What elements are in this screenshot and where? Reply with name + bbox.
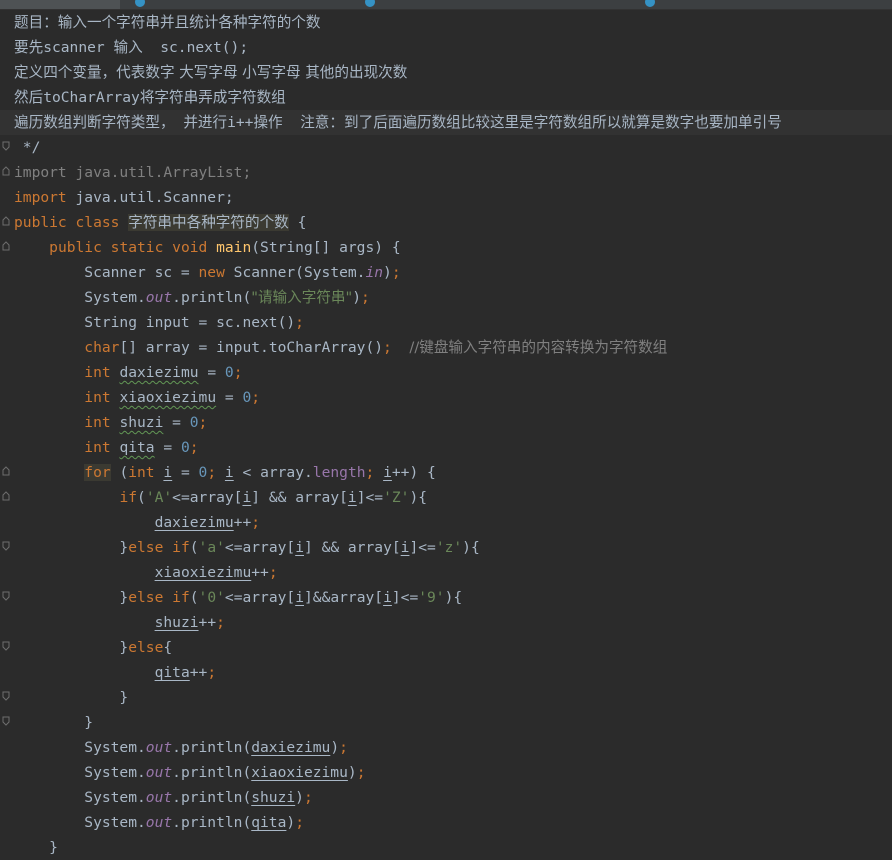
code-line: 然后toCharArray将字符串弄成字符数组 <box>0 85 892 110</box>
code-line: public class 字符串中各种字符的个数 { <box>14 214 307 231</box>
code-editor[interactable]: 题目：输入一个字符串并且统计各种字符的个数 要先scanner 输入 sc.ne… <box>0 10 892 860</box>
fold-icon[interactable] <box>2 541 10 551</box>
doc-comment-text: 定义四个变量，代表数字 大写字母 小写字母 其他的出现次数 <box>14 64 408 81</box>
import-unused: import java.util.ArrayList; <box>14 164 252 181</box>
code-line: } <box>14 689 129 706</box>
code-line: xiaoxiezimu++; <box>154 564 278 581</box>
fold-icon[interactable] <box>2 591 10 601</box>
fold-icon[interactable] <box>2 466 10 476</box>
code-line: daxiezimu++; <box>154 514 261 531</box>
import-keyword: import <box>14 189 67 206</box>
editor-tab-bar <box>0 0 892 10</box>
code-line: }else if('a'<=array[i] && array[i]<='z')… <box>14 539 480 556</box>
code-line: }else{ <box>14 639 173 656</box>
code-line: 定义四个变量，代表数字 大写字母 小写字母 其他的出现次数 <box>0 60 892 85</box>
java-file-icon <box>365 0 375 9</box>
variable-name: qita <box>119 439 155 456</box>
code-line: 题目：输入一个字符串并且统计各种字符的个数 <box>0 10 892 35</box>
fold-icon[interactable] <box>2 716 10 726</box>
code-line: System.out.println("请输入字符串"); <box>14 289 370 306</box>
code-line: }else if('0'<=array[i]&&array[i]<='9'){ <box>14 589 463 606</box>
code-line: System.out.println(qita); <box>14 814 304 831</box>
doc-comment-text: 要先scanner 输入 sc.next(); <box>14 39 249 56</box>
variable-name: shuzi <box>119 414 164 431</box>
code-line: for (int i = 0; i < array.length; i++) { <box>84 464 436 481</box>
fold-icon[interactable] <box>2 691 10 701</box>
variable-name: daxiezimu <box>119 364 199 381</box>
code-line: System.out.println(shuzi); <box>14 789 313 806</box>
code-line: 要先scanner 输入 sc.next(); <box>0 35 892 60</box>
code-line: import java.util.Scanner; <box>0 185 892 210</box>
code-line: int shuzi = 0; <box>84 414 208 431</box>
doc-comment-text: 题目：输入一个字符串并且统计各种字符的个数 <box>14 14 321 31</box>
code-line: Scanner sc = new Scanner(System.in); <box>14 264 401 281</box>
variable-name: xiaoxiezimu <box>119 389 217 406</box>
code-line: System.out.println(xiaoxiezimu); <box>14 764 366 781</box>
code-line: */ <box>0 135 892 160</box>
fold-icon[interactable] <box>2 216 10 226</box>
fold-icon[interactable] <box>2 491 10 501</box>
code-line: shuzi++; <box>154 614 225 631</box>
doc-comment-end: */ <box>14 139 41 156</box>
java-file-icon <box>135 0 145 9</box>
import-scanner: java.util.Scanner; <box>75 189 234 206</box>
fold-icon[interactable] <box>2 241 10 251</box>
code-line: if('A'<=array[i] && array[i]<='Z'){ <box>119 489 428 506</box>
code-line: int qita = 0; <box>84 439 199 456</box>
code-line: } <box>14 839 58 856</box>
fold-icon[interactable] <box>2 141 10 151</box>
code-line: public static void main(String[] args) { <box>49 239 401 256</box>
code-line: String input = sc.next(); <box>14 314 304 331</box>
fold-icon[interactable] <box>2 641 10 651</box>
code-line: import java.util.ArrayList; <box>0 160 892 185</box>
code-line: int daxiezimu = 0; <box>84 364 243 381</box>
java-file-icon <box>645 0 655 9</box>
code-line: System.out.println(daxiezimu); <box>14 739 348 756</box>
fold-icon[interactable] <box>2 166 10 176</box>
doc-comment-text: 遍历数组判断字符类型， 并进行i++操作 注意：到了后面遍历数组比较这里是字符数… <box>14 114 782 131</box>
code-line: qita++; <box>154 664 217 681</box>
line-comment: //键盘输入字符串的内容转换为字符数组 <box>409 339 668 356</box>
code-line-current: 遍历数组判断字符类型， 并进行i++操作 注意：到了后面遍历数组比较这里是字符数… <box>0 110 892 135</box>
doc-comment-text: 然后toCharArray将字符串弄成字符数组 <box>14 89 286 106</box>
class-name: 字符串中各种字符的个数 <box>128 214 289 231</box>
string-literal: "请输入字符串" <box>251 289 353 306</box>
code-line: int xiaoxiezimu = 0; <box>84 389 261 406</box>
code-line: char[] array = input.toCharArray(); //键盘… <box>84 339 668 356</box>
editor-tab-active[interactable] <box>0 0 120 9</box>
code-line: } <box>14 714 94 731</box>
